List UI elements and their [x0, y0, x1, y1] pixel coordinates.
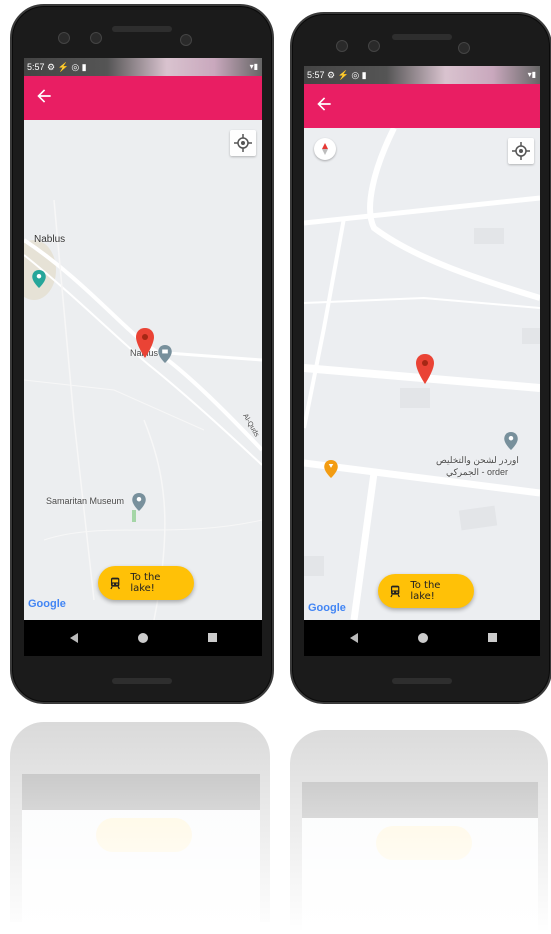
system-nav-bar: [24, 620, 262, 656]
nav-home-icon[interactable]: [138, 633, 148, 643]
back-arrow-icon[interactable]: [314, 94, 334, 114]
sensor: [90, 32, 102, 44]
nav-back-icon[interactable]: [350, 633, 358, 643]
phone-left: 5:57 ⚙ ⚡ ◎ ▮ ▾▮ Nablus Nablu: [10, 4, 274, 704]
my-location-button[interactable]: [230, 130, 256, 156]
system-nav-bar: [304, 620, 540, 656]
nav-home-icon[interactable]: [418, 633, 428, 643]
nav-recent-icon[interactable]: [488, 633, 497, 642]
compass-icon: [322, 143, 328, 155]
app-bar: [304, 84, 540, 128]
back-arrow-icon[interactable]: [34, 86, 54, 106]
app-bar: [24, 76, 262, 120]
phone-right: 5:57 ⚙ ⚡ ◎ ▮ ▾▮ اوردر لشحن والتخليص الجم…: [290, 12, 551, 704]
reflection-fade: [0, 715, 551, 934]
business-pin-icon[interactable]: [504, 432, 518, 450]
fab-label: To the lake!: [410, 580, 441, 602]
tram-icon: [390, 585, 400, 598]
map-label-city: Nablus: [34, 234, 66, 245]
status-bar: 5:57 ⚙ ⚡ ◎ ▮ ▾▮: [24, 58, 262, 76]
google-logo: Google: [308, 602, 346, 614]
bottom-speaker: [392, 678, 452, 684]
museum-pin-icon[interactable]: [158, 345, 172, 363]
status-time: 5:57: [27, 62, 45, 72]
status-time: 5:57: [307, 70, 325, 80]
map-view[interactable]: اوردر لشحن والتخليص الجمركي - order To t…: [304, 128, 540, 620]
screen: 5:57 ⚙ ⚡ ◎ ▮ ▾▮ Nablus Nablu: [24, 58, 262, 656]
crosshair-icon: [234, 134, 252, 152]
map-view[interactable]: Nablus Nablus Samaritan Museum Al-Quds: [24, 120, 262, 620]
status-icons: ⚙ ⚡ ◎ ▮: [327, 70, 367, 80]
map-label-business-ar: اوردر لشحن والتخليص: [436, 455, 519, 465]
location-marker-icon[interactable]: [136, 328, 154, 358]
tram-icon: [110, 577, 120, 590]
nav-recent-icon[interactable]: [208, 633, 217, 642]
my-location-button[interactable]: [508, 138, 534, 164]
map-roads: [24, 120, 262, 620]
status-icons: ⚙ ⚡ ◎ ▮: [47, 62, 87, 72]
crosshair-icon: [512, 142, 530, 160]
status-right-icons: ▾▮: [527, 70, 536, 79]
sensor: [368, 40, 380, 52]
compass-button[interactable]: [314, 138, 336, 160]
to-the-lake-button[interactable]: To the lake!: [378, 574, 474, 608]
front-camera-2: [180, 34, 192, 46]
google-logo: Google: [28, 598, 66, 610]
museum-pin-icon-2[interactable]: [132, 493, 146, 511]
map-label-business-ar-2: الجمركي - order: [446, 467, 509, 477]
screen: 5:57 ⚙ ⚡ ◎ ▮ ▾▮ اوردر لشحن والتخليص الجم…: [304, 66, 540, 656]
status-bar: 5:57 ⚙ ⚡ ◎ ▮ ▾▮: [304, 66, 540, 84]
status-right-icons: ▾▮: [249, 62, 258, 71]
attraction-pin-icon[interactable]: [32, 270, 46, 288]
earpiece-speaker: [112, 26, 172, 32]
front-camera: [336, 40, 348, 52]
earpiece-speaker: [392, 34, 452, 40]
front-camera-2: [458, 42, 470, 54]
food-pin-icon[interactable]: [324, 460, 338, 478]
location-marker-icon[interactable]: [416, 354, 434, 384]
map-label-museum: Samaritan Museum: [46, 496, 125, 506]
front-camera: [58, 32, 70, 44]
bottom-speaker: [112, 678, 172, 684]
nav-back-icon[interactable]: [70, 633, 78, 643]
fab-label: To the lake!: [130, 572, 161, 594]
to-the-lake-button[interactable]: To the lake!: [98, 566, 194, 600]
